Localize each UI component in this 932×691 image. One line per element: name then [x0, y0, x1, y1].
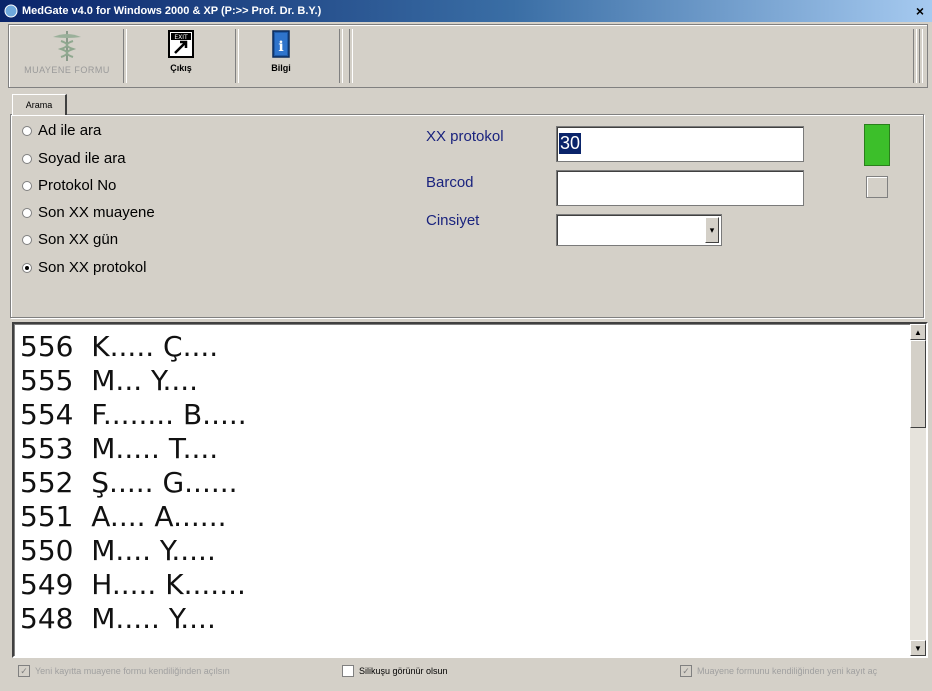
barcod-label: Barcod	[426, 174, 474, 191]
toolbar-separator	[913, 29, 917, 83]
radio-son-xx-muayene[interactable]: Son XX muayene	[22, 204, 155, 221]
radio-indicator	[22, 262, 32, 273]
info-book-icon: i	[272, 30, 290, 58]
close-icon: ×	[915, 3, 925, 19]
toolbar-button-label: Çıkış	[170, 63, 192, 73]
scroll-up-icon[interactable]: ▲	[910, 324, 926, 340]
scrollbar-thumb[interactable]	[910, 340, 926, 428]
caduceus-icon	[53, 31, 81, 61]
radio-soyad-ile-ara[interactable]: Soyad ile ara	[22, 150, 126, 167]
window-title: MedGate v4.0 for Windows 2000 & XP (P:>>…	[22, 5, 322, 17]
info-button[interactable]: i Bilgi	[229, 29, 333, 83]
list-item[interactable]: 552 Ş..... G......	[20, 466, 238, 499]
svg-text:EXIT: EXIT	[174, 34, 188, 41]
radio-indicator	[22, 207, 32, 218]
list-item[interactable]: 554 F........ B.....	[20, 398, 247, 431]
toolbar-separator	[123, 29, 127, 83]
radio-son-xx-gun[interactable]: Son XX gün	[22, 231, 118, 248]
toolbar-separator	[349, 29, 353, 83]
checkbox-label: Muayene formunu kendiliğinden yeni kayıt…	[697, 666, 878, 676]
scroll-down-icon[interactable]: ▼	[910, 640, 926, 656]
muayene-formu-button[interactable]: MUAYENE FORMU	[15, 29, 119, 83]
radio-indicator	[22, 180, 32, 191]
results-list[interactable]: 556 K..... Ç.... 555 M... Y.... 554 F...…	[12, 322, 928, 658]
radio-label: Son XX protokol	[38, 259, 147, 276]
tab-label: Arama	[25, 100, 53, 110]
xx-protokol-label: XX protokol	[426, 128, 504, 145]
toolbar-separator	[339, 29, 343, 83]
radio-indicator	[22, 153, 32, 164]
svg-text:i: i	[278, 39, 283, 55]
cinsiyet-select[interactable]: ▾	[556, 214, 722, 246]
toolbar-separator	[919, 29, 923, 83]
radio-label: Son XX gün	[38, 231, 119, 248]
list-item[interactable]: 555 M... Y....	[20, 364, 198, 397]
cinsiyet-label: Cinsiyet	[426, 212, 480, 229]
auto-open-form-checkbox[interactable]: ✓ Yeni kayıtta muayene formu kendiliğind…	[18, 665, 230, 677]
checkbox-label: Yeni kayıtta muayene formu kendiliğinden…	[35, 666, 230, 676]
auto-new-record-checkbox[interactable]: ✓ Muayene formunu kendiliğinden yeni kay…	[680, 665, 877, 677]
list-item[interactable]: 551 A.... A......	[20, 500, 227, 533]
status-checkbox[interactable]	[866, 176, 888, 198]
checkbox-label: Silikuşu görünür olsun	[359, 666, 448, 676]
radio-protokol-no[interactable]: Protokol No	[22, 177, 116, 194]
checkbox-indicator: ✓	[680, 665, 692, 677]
exit-icon: EXIT	[168, 30, 194, 58]
radio-indicator	[22, 125, 32, 136]
radio-ad-ile-ara[interactable]: Ad ile ara	[22, 122, 101, 139]
barcod-input[interactable]	[556, 170, 804, 206]
status-indicator	[864, 124, 890, 166]
close-button[interactable]: ×	[910, 1, 930, 21]
exit-button[interactable]: EXIT Çıkış	[129, 29, 233, 83]
radio-label: Ad ile ara	[38, 122, 102, 139]
list-item[interactable]: 549 H..... K.......	[20, 568, 246, 601]
radio-label: Soyad ile ara	[38, 150, 126, 167]
vertical-scrollbar[interactable]: ▲ ▼	[910, 324, 926, 656]
app-icon	[4, 4, 18, 18]
toolbar-button-label: MUAYENE FORMU	[24, 65, 110, 75]
toolbar: MUAYENE FORMU EXIT Çıkış i Bilgi	[8, 24, 928, 88]
list-item[interactable]: 556 K..... Ç....	[20, 330, 218, 363]
xx-protokol-value: 30	[559, 133, 582, 154]
toolbar-button-label: Bilgi	[271, 63, 291, 73]
visible-checkbox[interactable]: Silikuşu görünür olsun	[342, 665, 448, 677]
title-bar: MedGate v4.0 for Windows 2000 & XP (P:>>…	[0, 0, 932, 22]
checkbox-indicator	[342, 665, 354, 677]
tab-arama[interactable]: Arama	[12, 94, 67, 115]
xx-protokol-input[interactable]: 30	[556, 126, 804, 162]
radio-label: Son XX muayene	[38, 204, 155, 221]
chevron-down-icon[interactable]: ▾	[705, 217, 719, 243]
list-item[interactable]: 550 M.... Y.....	[20, 534, 216, 567]
radio-son-xx-protokol[interactable]: Son XX protokol	[22, 259, 146, 276]
list-item[interactable]: 548 M..... Y....	[20, 602, 216, 635]
radio-label: Protokol No	[38, 177, 117, 194]
checkbox-indicator: ✓	[18, 665, 30, 677]
list-item[interactable]: 553 M..... T....	[20, 432, 218, 465]
radio-indicator	[22, 234, 32, 245]
